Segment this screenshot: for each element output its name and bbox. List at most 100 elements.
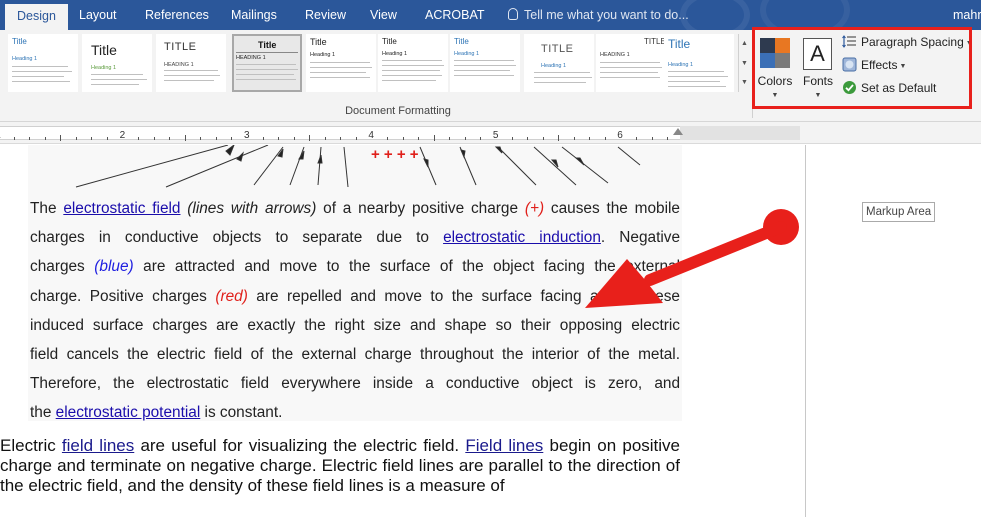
thumbnail-heading: Heading 1 [310,52,336,58]
ruler-tick [44,137,46,140]
text-line: charges (blue) are attracted and move to… [30,258,680,276]
ruler-tick [511,137,513,140]
ruler-tick [138,137,140,140]
ruler-tick [200,137,202,140]
tab-mailings[interactable]: Mailings [231,0,277,30]
ruler-tick [387,137,389,140]
ruler-tick [589,137,591,140]
ruler-number: 6 [617,130,623,141]
ruler-tick [355,137,357,140]
thumbnail-text-line [91,79,147,80]
style-set-thumbnail[interactable]: Title Heading 1 [82,34,152,92]
style-set-thumbnail[interactable]: Title Heading 1 [450,34,520,92]
field-lines-link[interactable]: field lines [62,436,134,455]
ruler-bar: 1234567 [0,126,747,141]
electrostatic-potential-link[interactable]: electrostatic potential [56,404,201,421]
document-page[interactable]: + + + + The electrostatic field (lines w… [0,145,981,517]
text-line: Therefore, the electrostatic field every… [30,375,680,393]
ribbon-tab-bar: Design Layout References Mailings Review… [0,0,981,40]
thumbnail-text-line [236,79,296,80]
gallery-scroll-up-icon[interactable]: ▲ [741,40,748,47]
ruler-number: 5 [492,130,499,141]
tab-review[interactable]: Review [305,0,346,30]
style-set-thumbnail[interactable]: TITLE Heading 1 [524,34,594,92]
thumbnail-text-line [164,75,220,76]
ruler-margin [680,126,800,140]
thumbnail-text-line [12,81,70,82]
thumbnail-text-line [600,72,658,73]
electrostatic-induction-link[interactable]: electrostatic induction [443,229,601,246]
right-indent-marker[interactable] [673,128,683,135]
text-line: charge. Positive charges (red) are repel… [30,287,680,305]
ruler-tick [293,137,295,140]
text-line: induced surface charges are exactly the … [30,316,680,334]
tab-references[interactable]: References [145,0,209,30]
thumbnail-text-line [164,80,214,81]
lightbulb-icon [508,8,518,20]
thumbnail-text-line [600,62,660,63]
ruler-tick [527,137,529,140]
thumbnail-text-line [600,67,662,68]
ruler-tick [418,137,420,140]
ruler-tick [324,137,326,140]
markup-area-divider [805,145,806,517]
ruler-tick [449,137,451,140]
thumbnail-text-line [310,72,366,73]
text-line: The electrostatic field (lines with arro… [30,200,680,217]
thumbnail-text-line [310,62,370,63]
thumbnail-title: Title [310,37,327,47]
thumbnail-text-line [668,81,720,82]
thumbnail-text-line [12,76,64,77]
ruler-tick [169,137,171,140]
thumbnail-text-line [12,71,72,72]
thumbnail-text-line [454,75,514,76]
thumbnail-heading: HEADING 1 [164,62,194,68]
ruler-tick [215,137,217,140]
style-set-thumbnail[interactable]: Title Heading 1 [664,34,734,92]
style-set-thumbnail[interactable]: TITLE HEADING 1 [156,34,226,92]
tab-acrobat[interactable]: ACROBAT [425,0,485,30]
gallery-more-icon[interactable]: ▼ [741,79,748,86]
style-set-thumbnail[interactable]: Title Heading 1 [378,34,448,92]
ruler-tick [542,137,544,140]
electrostatic-field-link[interactable]: electrostatic field [63,200,180,217]
style-set-thumbnail-selected[interactable]: Title HEADING 1 [232,34,302,92]
ruler-tick [262,137,264,140]
style-set-thumbnail[interactable]: Title Heading 1 [306,34,376,92]
user-name[interactable]: mahr [953,0,981,30]
body-paragraph: Electric field lines are useful for visu… [0,436,680,495]
tab-view[interactable]: View [370,0,397,30]
annotation-highlight-box [752,27,972,109]
thumbnail-heading: Heading 1 [454,51,480,57]
tell-me-box[interactable]: Tell me what you want to do... [508,0,689,30]
ruler-tick [13,137,15,140]
thumbnail-text-line [164,70,218,71]
ruler-number: 4 [368,130,374,141]
horizontal-ruler[interactable]: 1234567 [0,122,981,144]
thumbnail-title: Title [12,37,27,46]
field-lines-link-2[interactable]: Field lines [465,436,543,455]
tab-layout[interactable]: Layout [79,0,117,30]
tab-design[interactable]: Design [5,4,68,30]
ruler-tick [106,137,108,140]
ruler-tick [651,137,653,140]
thumbnail-title: TITLE [541,43,574,55]
thumbnail-text-line [668,86,726,87]
ruler-tick [91,137,93,140]
thumbnail-title: Title [258,40,277,50]
group-label-document-formatting: Document Formatting [345,105,451,117]
thumbnail-text-line [534,72,590,73]
gallery-scroll-down-icon[interactable]: ▼ [741,60,748,67]
thumbnail-title: TITLE [644,37,666,46]
thumbnail-text-line [382,80,436,81]
style-set-thumbnail[interactable]: Title Heading 1 [8,34,78,92]
thumbnail-text-line [454,70,510,71]
style-set-thumbnail[interactable]: TITLE HEADING 1 [596,34,666,92]
thumbnail-heading: Heading 1 [541,63,567,69]
thumbnail-title: TITLE [164,41,197,53]
thumbnail-rule [236,52,298,53]
ruler-tick [464,137,466,140]
field-lines-figure: + + + + [75,145,641,188]
ruler-tick [604,137,606,140]
ruler-tick [75,137,77,140]
